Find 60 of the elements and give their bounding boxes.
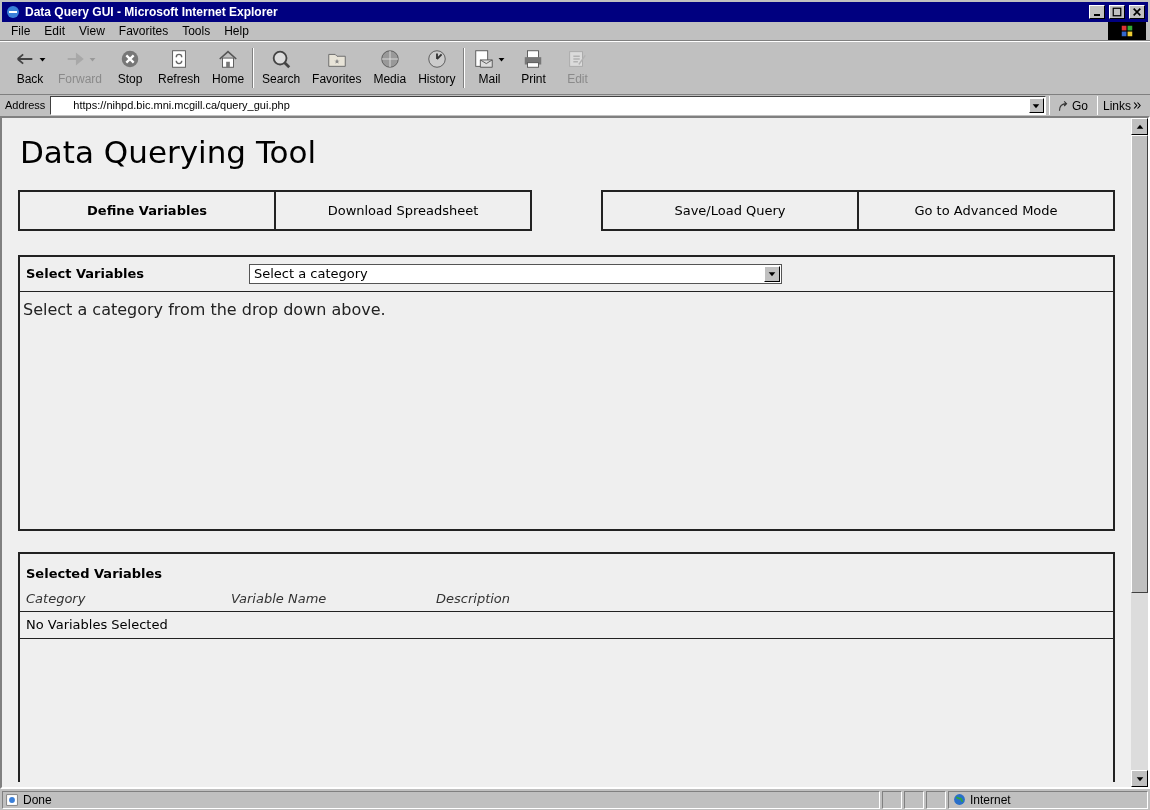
mail-icon — [473, 48, 496, 70]
maximize-icon — [1112, 7, 1122, 17]
page-heading: Data Querying Tool — [19, 133, 318, 172]
chevron-icon — [1133, 101, 1142, 110]
column-header: Description — [436, 589, 512, 608]
globe-icon — [953, 793, 966, 806]
category-dropdown[interactable]: Select a category — [249, 264, 782, 284]
scroll-up-icon — [1135, 122, 1144, 131]
toolbar-button[interactable]: Print — [511, 44, 556, 92]
panel-title: Select Variables — [26, 265, 145, 284]
zone-text: Internet — [970, 791, 1011, 809]
menu-item[interactable]: Favorites — [111, 22, 176, 40]
menu-item[interactable]: Edit — [37, 22, 73, 40]
page-icon — [5, 792, 19, 807]
history-icon — [425, 48, 448, 70]
go-button[interactable]: Go — [1048, 96, 1094, 115]
toolbar-button[interactable]: Stop — [108, 44, 152, 92]
status-panel — [926, 790, 946, 809]
toolbar-button[interactable]: Favorites — [306, 44, 368, 92]
links-button[interactable]: Links — [1097, 96, 1147, 115]
dropdown-arrow-icon — [39, 55, 46, 63]
maximize-button[interactable] — [1109, 5, 1125, 19]
toolbar-button[interactable]: Refresh — [152, 44, 207, 92]
empty-message: No Variables Selected — [20, 611, 1113, 639]
menu-item[interactable]: File — [4, 22, 38, 40]
dropdown-arrow-icon — [768, 270, 776, 278]
scroll-down-icon — [1135, 774, 1144, 783]
home-icon — [217, 48, 240, 70]
dropdown-arrow-icon — [89, 55, 96, 63]
status-panel — [904, 790, 924, 809]
address-field[interactable]: https://nihpd.bic.mni.mcgill.ca/query_gui.php — [50, 96, 1046, 115]
browser-logo-icon — [5, 4, 21, 20]
column-header: Variable Name — [231, 589, 328, 608]
toolbar-button[interactable]: Mail — [467, 44, 512, 92]
toolbar-button[interactable]: Search — [256, 44, 307, 92]
toolbar-button[interactable]: Back — [8, 44, 52, 92]
search-icon — [270, 48, 293, 70]
stop-icon — [119, 48, 141, 70]
dropdown-arrow-icon — [1032, 101, 1041, 110]
minimize-icon — [1094, 14, 1100, 16]
windows-flag-icon — [1120, 24, 1134, 38]
menu-item[interactable]: Help — [217, 22, 256, 40]
column-header: Category — [26, 589, 87, 608]
window-title: Data Query GUI - Microsoft Internet Explorer — [25, 4, 279, 21]
toolbar-button[interactable]: Home — [206, 44, 251, 92]
status-panel — [882, 790, 902, 809]
toolbar-button[interactable]: History — [412, 44, 462, 92]
menu-item[interactable]: Tools — [175, 22, 218, 40]
close-icon — [1132, 7, 1142, 17]
close-button[interactable] — [1129, 5, 1145, 19]
menu-item[interactable]: View — [72, 22, 112, 40]
status-text: Done — [23, 791, 52, 809]
media-icon — [378, 48, 401, 70]
minimize-button[interactable] — [1089, 5, 1105, 19]
scrollbar[interactable] — [1131, 118, 1148, 787]
panel-title: Selected Variables — [26, 565, 164, 583]
instruction-text: Select a category from the drop down above. — [22, 299, 387, 321]
address-label: Address — [4, 98, 47, 114]
dropdown-arrow-icon — [498, 55, 506, 63]
toolbar-button[interactable]: Media — [367, 44, 413, 92]
